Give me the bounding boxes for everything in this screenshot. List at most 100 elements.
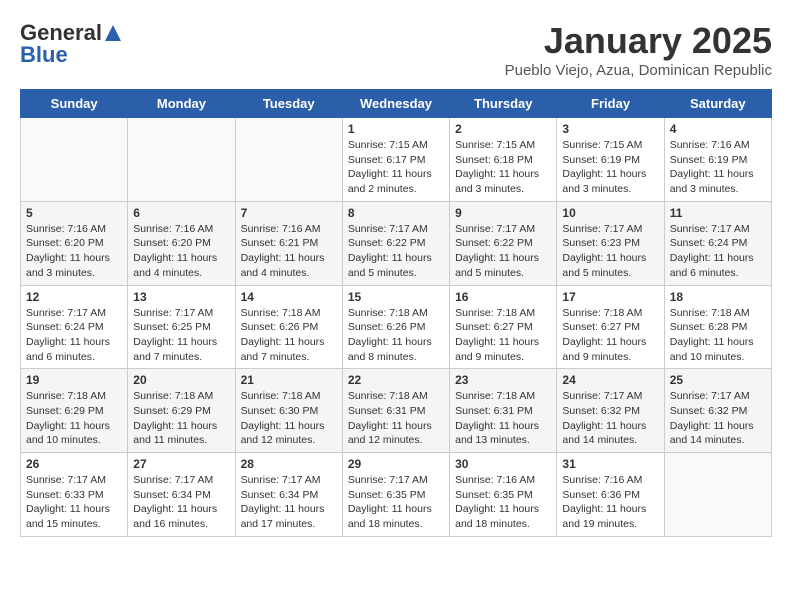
- day-number: 19: [26, 373, 122, 387]
- day-number: 11: [670, 206, 766, 220]
- day-number: 16: [455, 290, 551, 304]
- day-info: Sunrise: 7:17 AMSunset: 6:33 PMDaylight:…: [26, 473, 122, 532]
- calendar-cell: 7 Sunrise: 7:16 AMSunset: 6:21 PMDaylight…: [235, 201, 342, 285]
- day-info: Sunrise: 7:18 AMSunset: 6:31 PMDaylight:…: [348, 389, 444, 448]
- calendar-cell: 16 Sunrise: 7:18 AMSunset: 6:27 PMDayligh…: [450, 285, 557, 369]
- calendar-cell: 15Sunrise: 7:18 AMSunset: 6:26 PMDayligh…: [342, 285, 449, 369]
- day-info: Sunrise: 7:16 AMSunset: 6:19 PMDaylight:…: [670, 138, 766, 197]
- calendar-week-4: 19 Sunrise: 7:18 AMSunset: 6:29 PMDayligh…: [21, 369, 772, 453]
- day-info: Sunrise: 7:17 AMSunset: 6:32 PMDaylight:…: [562, 389, 658, 448]
- day-info: Sunrise: 7:17 AMSunset: 6:25 PMDaylight:…: [133, 306, 229, 365]
- calendar-cell: [21, 118, 128, 202]
- calendar-cell: 22Sunrise: 7:18 AMSunset: 6:31 PMDayligh…: [342, 369, 449, 453]
- day-info: Sunrise: 7:16 AMSunset: 6:35 PMDaylight:…: [455, 473, 551, 532]
- day-info: Sunrise: 7:18 AMSunset: 6:28 PMDaylight:…: [670, 306, 766, 365]
- day-number: 28: [241, 457, 337, 471]
- day-number: 29: [348, 457, 444, 471]
- weekday-header-thursday: Thursday: [450, 90, 557, 118]
- day-number: 25: [670, 373, 766, 387]
- weekday-header-row: SundayMondayTuesdayWednesdayThursdayFrid…: [21, 90, 772, 118]
- calendar-cell: 4 Sunrise: 7:16 AMSunset: 6:19 PMDaylight…: [664, 118, 771, 202]
- calendar-cell: 5 Sunrise: 7:16 AMSunset: 6:20 PMDaylight…: [21, 201, 128, 285]
- day-info: Sunrise: 7:16 AMSunset: 6:21 PMDaylight:…: [241, 222, 337, 281]
- day-number: 14: [241, 290, 337, 304]
- day-info: Sunrise: 7:17 AMSunset: 6:34 PMDaylight:…: [133, 473, 229, 532]
- page-header: General Blue January 2025 Pueblo Viejo, …: [20, 20, 772, 79]
- calendar-cell: 30 Sunrise: 7:16 AMSunset: 6:35 PMDayligh…: [450, 453, 557, 537]
- calendar-cell: [128, 118, 235, 202]
- calendar-cell: 1Sunrise: 7:15 AMSunset: 6:17 PMDaylight…: [342, 118, 449, 202]
- day-info: Sunrise: 7:17 AMSunset: 6:23 PMDaylight:…: [562, 222, 658, 281]
- day-number: 13: [133, 290, 229, 304]
- day-info: Sunrise: 7:15 AMSunset: 6:19 PMDaylight:…: [562, 138, 658, 197]
- calendar-week-1: 1Sunrise: 7:15 AMSunset: 6:17 PMDaylight…: [21, 118, 772, 202]
- day-info: Sunrise: 7:18 AMSunset: 6:27 PMDaylight:…: [562, 306, 658, 365]
- calendar-cell: 24 Sunrise: 7:17 AMSunset: 6:32 PMDayligh…: [557, 369, 664, 453]
- weekday-header-sunday: Sunday: [21, 90, 128, 118]
- weekday-header-tuesday: Tuesday: [235, 90, 342, 118]
- calendar-cell: 19 Sunrise: 7:18 AMSunset: 6:29 PMDayligh…: [21, 369, 128, 453]
- day-info: Sunrise: 7:18 AMSunset: 6:29 PMDaylight:…: [26, 389, 122, 448]
- calendar-cell: 8Sunrise: 7:17 AMSunset: 6:22 PMDaylight…: [342, 201, 449, 285]
- calendar-week-2: 5 Sunrise: 7:16 AMSunset: 6:20 PMDaylight…: [21, 201, 772, 285]
- calendar-cell: 6 Sunrise: 7:16 AMSunset: 6:20 PMDaylight…: [128, 201, 235, 285]
- location: Pueblo Viejo, Azua, Dominican Republic: [505, 62, 772, 79]
- calendar-cell: 25 Sunrise: 7:17 AMSunset: 6:32 PMDayligh…: [664, 369, 771, 453]
- day-info: Sunrise: 7:18 AMSunset: 6:29 PMDaylight:…: [133, 389, 229, 448]
- month-title: January 2025: [505, 20, 772, 62]
- logo-blue: Blue: [20, 42, 68, 68]
- day-number: 10: [562, 206, 658, 220]
- weekday-header-monday: Monday: [128, 90, 235, 118]
- calendar-cell: 21 Sunrise: 7:18 AMSunset: 6:30 PMDayligh…: [235, 369, 342, 453]
- day-info: Sunrise: 7:17 AMSunset: 6:32 PMDaylight:…: [670, 389, 766, 448]
- calendar-cell: 14 Sunrise: 7:18 AMSunset: 6:26 PMDayligh…: [235, 285, 342, 369]
- day-info: Sunrise: 7:17 AMSunset: 6:24 PMDaylight:…: [26, 306, 122, 365]
- calendar-cell: 20Sunrise: 7:18 AMSunset: 6:29 PMDayligh…: [128, 369, 235, 453]
- calendar-cell: 10 Sunrise: 7:17 AMSunset: 6:23 PMDayligh…: [557, 201, 664, 285]
- calendar-cell: 2 Sunrise: 7:15 AMSunset: 6:18 PMDaylight…: [450, 118, 557, 202]
- weekday-header-wednesday: Wednesday: [342, 90, 449, 118]
- day-info: Sunrise: 7:16 AMSunset: 6:20 PMDaylight:…: [26, 222, 122, 281]
- calendar-cell: 29Sunrise: 7:17 AMSunset: 6:35 PMDayligh…: [342, 453, 449, 537]
- day-info: Sunrise: 7:16 AMSunset: 6:20 PMDaylight:…: [133, 222, 229, 281]
- day-info: Sunrise: 7:18 AMSunset: 6:26 PMDaylight:…: [241, 306, 337, 365]
- weekday-header-friday: Friday: [557, 90, 664, 118]
- day-number: 30: [455, 457, 551, 471]
- calendar-week-3: 12 Sunrise: 7:17 AMSunset: 6:24 PMDayligh…: [21, 285, 772, 369]
- day-info: Sunrise: 7:18 AMSunset: 6:30 PMDaylight:…: [241, 389, 337, 448]
- day-number: 31: [562, 457, 658, 471]
- calendar-cell: 3 Sunrise: 7:15 AMSunset: 6:19 PMDaylight…: [557, 118, 664, 202]
- calendar-table: SundayMondayTuesdayWednesdayThursdayFrid…: [20, 89, 772, 537]
- calendar-cell: 27Sunrise: 7:17 AMSunset: 6:34 PMDayligh…: [128, 453, 235, 537]
- logo-icon: [103, 23, 123, 43]
- day-info: Sunrise: 7:18 AMSunset: 6:27 PMDaylight:…: [455, 306, 551, 365]
- day-number: 4: [670, 122, 766, 136]
- day-info: Sunrise: 7:15 AMSunset: 6:17 PMDaylight:…: [348, 138, 444, 197]
- calendar-cell: 28Sunrise: 7:17 AMSunset: 6:34 PMDayligh…: [235, 453, 342, 537]
- calendar-cell: 11 Sunrise: 7:17 AMSunset: 6:24 PMDayligh…: [664, 201, 771, 285]
- calendar-cell: [235, 118, 342, 202]
- day-number: 24: [562, 373, 658, 387]
- title-area: January 2025 Pueblo Viejo, Azua, Dominic…: [505, 20, 772, 79]
- day-info: Sunrise: 7:17 AMSunset: 6:22 PMDaylight:…: [348, 222, 444, 281]
- day-number: 2: [455, 122, 551, 136]
- day-info: Sunrise: 7:18 AMSunset: 6:31 PMDaylight:…: [455, 389, 551, 448]
- calendar-cell: 18Sunrise: 7:18 AMSunset: 6:28 PMDayligh…: [664, 285, 771, 369]
- day-number: 3: [562, 122, 658, 136]
- day-info: Sunrise: 7:16 AMSunset: 6:36 PMDaylight:…: [562, 473, 658, 532]
- day-number: 21: [241, 373, 337, 387]
- day-number: 15: [348, 290, 444, 304]
- calendar-cell: 13 Sunrise: 7:17 AMSunset: 6:25 PMDayligh…: [128, 285, 235, 369]
- calendar-cell: 26 Sunrise: 7:17 AMSunset: 6:33 PMDayligh…: [21, 453, 128, 537]
- day-number: 7: [241, 206, 337, 220]
- day-number: 9: [455, 206, 551, 220]
- day-info: Sunrise: 7:15 AMSunset: 6:18 PMDaylight:…: [455, 138, 551, 197]
- calendar-cell: 23Sunrise: 7:18 AMSunset: 6:31 PMDayligh…: [450, 369, 557, 453]
- logo: General Blue: [20, 20, 124, 68]
- day-number: 12: [26, 290, 122, 304]
- day-number: 5: [26, 206, 122, 220]
- day-info: Sunrise: 7:17 AMSunset: 6:24 PMDaylight:…: [670, 222, 766, 281]
- day-number: 26: [26, 457, 122, 471]
- day-number: 6: [133, 206, 229, 220]
- calendar-week-5: 26 Sunrise: 7:17 AMSunset: 6:33 PMDayligh…: [21, 453, 772, 537]
